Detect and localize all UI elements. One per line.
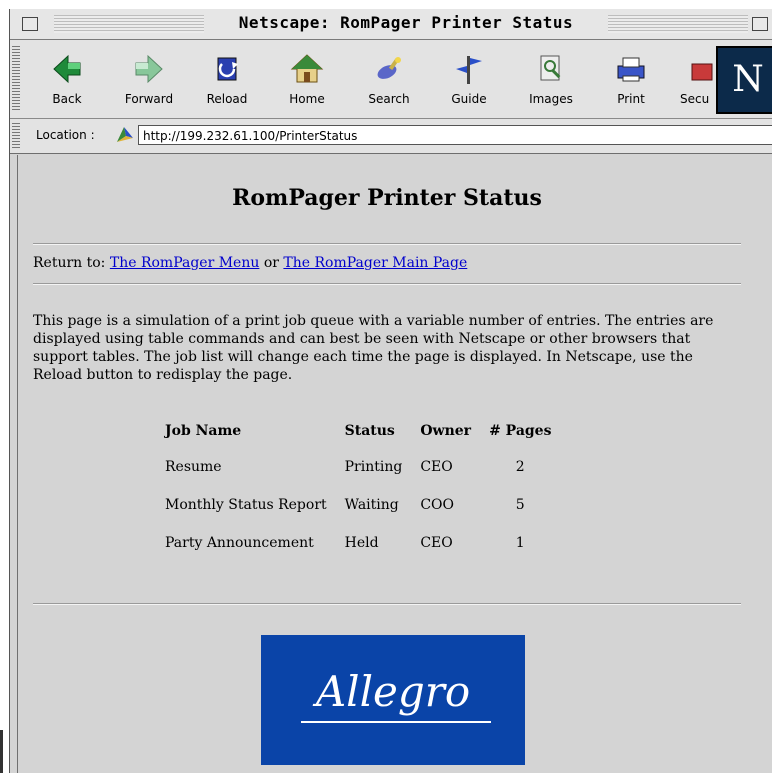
security-label: Secu	[680, 92, 710, 106]
title-bar[interactable]: Netscape: RomPager Printer Status	[10, 9, 772, 40]
link-rompager-menu[interactable]: The RomPager Menu	[110, 255, 260, 271]
forward-arrow-icon	[135, 54, 163, 84]
print-job-table: Job Name Status Owner # Pages Resume Pri…	[165, 423, 569, 573]
location-collapse-grip[interactable]	[12, 123, 20, 149]
cell-job-name: Monthly Status Report	[165, 497, 327, 513]
reload-label: Reload	[206, 92, 248, 106]
print-button[interactable]: Print	[598, 50, 664, 112]
back-button[interactable]: Back	[34, 50, 100, 112]
back-label: Back	[52, 92, 82, 106]
divider-bottom	[33, 603, 741, 605]
window-edge-shadow	[0, 730, 3, 773]
print-label: Print	[617, 92, 645, 106]
header-pages: # Pages	[489, 423, 552, 439]
cell-pages: 2	[515, 459, 525, 475]
content-left-border	[17, 155, 18, 773]
guide-label: Guide	[451, 92, 487, 106]
home-label: Home	[289, 92, 325, 106]
cell-owner: CEO	[420, 535, 453, 551]
return-line: Return to: The RomPager Menu or The RomP…	[33, 255, 467, 271]
cell-status: Held	[344, 535, 379, 551]
cell-pages: 1	[515, 535, 525, 551]
page-content: RomPager Printer Status Return to: The R…	[17, 155, 772, 773]
cell-owner: CEO	[420, 459, 453, 475]
page-proxy-icon[interactable]	[114, 124, 136, 146]
header-owner: Owner	[420, 423, 472, 439]
cell-status: Printing	[344, 459, 403, 475]
header-job-name: Job Name	[165, 423, 242, 439]
location-label: Location :	[36, 128, 95, 142]
search-button[interactable]: Search	[356, 50, 422, 112]
print-icon	[617, 57, 645, 82]
divider-top	[33, 243, 741, 245]
title-bar-stripes-left	[54, 15, 204, 33]
allegro-logo-text: Allegro	[315, 667, 471, 716]
header-status: Status	[344, 423, 395, 439]
allegro-logo-underline	[301, 721, 491, 723]
home-button[interactable]: Home	[274, 50, 340, 112]
reload-icon	[217, 57, 238, 81]
toolbar-collapse-grip[interactable]	[12, 46, 20, 112]
images-button[interactable]: Images	[518, 50, 584, 112]
cell-pages: 5	[515, 497, 525, 513]
zoom-box-icon[interactable]	[752, 17, 768, 31]
window-title: Netscape: RomPager Printer Status	[206, 13, 606, 32]
return-or: or	[263, 255, 279, 271]
table-header-row: Job Name Status Owner # Pages	[165, 423, 569, 459]
security-button[interactable]: Secu	[678, 50, 718, 112]
back-arrow-icon	[53, 54, 81, 84]
cell-job-name: Party Announcement	[165, 535, 314, 551]
title-bar-stripes-right	[608, 15, 748, 33]
navigation-toolbar: Back Forward Reload Home Search Guide Im…	[10, 40, 772, 119]
images-label: Images	[529, 92, 573, 106]
forward-label: Forward	[124, 92, 174, 106]
reload-button[interactable]: Reload	[194, 50, 260, 112]
images-icon	[540, 55, 561, 81]
close-box-icon[interactable]	[22, 17, 38, 31]
guide-button[interactable]: Guide	[436, 50, 502, 112]
link-rompager-main-page[interactable]: The RomPager Main Page	[283, 255, 467, 271]
cell-owner: COO	[420, 497, 455, 513]
forward-button[interactable]: Forward	[116, 50, 182, 112]
table-row: Monthly Status Report Waiting COO 5	[165, 497, 569, 535]
security-icon	[691, 63, 713, 81]
netscape-logo[interactable]: N	[716, 46, 772, 114]
search-label: Search	[368, 92, 410, 106]
home-icon	[290, 54, 324, 83]
location-url-field[interactable]: http://199.232.61.100/PrinterStatus	[138, 125, 772, 145]
table-row: Party Announcement Held CEO 1	[165, 535, 569, 573]
page-title: RomPager Printer Status	[232, 185, 542, 211]
cell-job-name: Resume	[165, 459, 222, 475]
divider-links	[33, 283, 741, 285]
search-icon	[377, 57, 401, 79]
browser-window: Netscape: RomPager Printer Status Back F…	[9, 9, 772, 773]
cell-status: Waiting	[344, 497, 399, 513]
guide-icon	[456, 56, 482, 84]
allegro-logo[interactable]: Allegro	[261, 635, 525, 765]
return-prefix: Return to:	[33, 255, 106, 271]
location-bar: Location : http://199.232.61.100/Printer…	[10, 119, 772, 154]
table-row: Resume Printing CEO 2	[165, 459, 569, 497]
description-paragraph: This page is a simulation of a print job…	[33, 313, 714, 383]
